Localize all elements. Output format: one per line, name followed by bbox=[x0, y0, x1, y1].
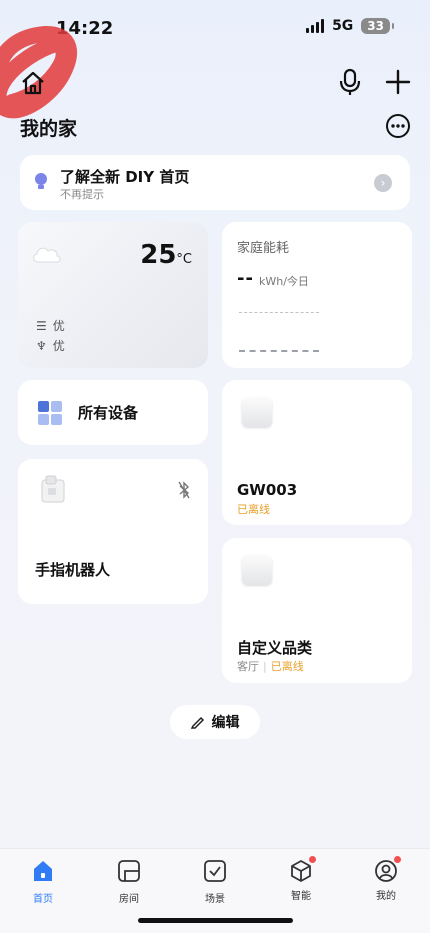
add-icon[interactable] bbox=[384, 68, 412, 96]
device-card-finger-robot[interactable]: 手指机器人 bbox=[18, 459, 208, 604]
air-quality-row: ☰ 优 bbox=[36, 318, 65, 334]
lightbulb-icon bbox=[35, 173, 47, 189]
tab-scene[interactable]: 场景 bbox=[185, 859, 245, 905]
edit-button[interactable]: 编辑 bbox=[170, 705, 260, 739]
tab-profile[interactable]: 我的 bbox=[356, 856, 416, 902]
dismiss-link[interactable]: 不再提示 bbox=[60, 186, 104, 202]
device-name: 手指机器人 bbox=[35, 561, 111, 579]
sliders-icon: ☰ bbox=[36, 318, 47, 333]
weather-card[interactable]: 25°C ☰ 优 ♆ 优 bbox=[18, 222, 208, 368]
more-options-icon[interactable] bbox=[385, 113, 411, 139]
bluetooth-off-icon bbox=[178, 481, 190, 499]
red-scribble-annotation bbox=[0, 26, 77, 119]
cloud-icon bbox=[33, 247, 61, 263]
energy-value: -- bbox=[237, 268, 254, 289]
device-room-status: 客厅 | 已离线 bbox=[237, 660, 304, 673]
smart-tab-icon bbox=[291, 860, 311, 882]
pencil-icon bbox=[190, 716, 204, 729]
home-indicator bbox=[138, 918, 293, 923]
status-indicators: 5G 33 bbox=[306, 18, 394, 34]
device-name: GW003 bbox=[237, 481, 298, 499]
home-icon[interactable] bbox=[20, 70, 46, 96]
chevron-right-icon[interactable]: › bbox=[374, 174, 392, 192]
all-devices-label: 所有设备 bbox=[78, 404, 139, 422]
battery-icon: 33 bbox=[361, 18, 394, 34]
profile-tab-icon bbox=[375, 860, 397, 882]
home-tab-icon bbox=[34, 861, 52, 881]
energy-title: 家庭能耗 bbox=[237, 241, 290, 256]
energy-unit: kWh/今日 bbox=[259, 275, 309, 288]
chart-placeholder-line bbox=[239, 312, 319, 313]
notification-badge bbox=[309, 856, 316, 863]
page-title: 我的家 bbox=[20, 118, 78, 140]
device-status: 已离线 bbox=[237, 503, 270, 516]
diy-homepage-banner[interactable]: 了解全新 DIY 首页 不再提示 › bbox=[20, 155, 410, 210]
signal-icon bbox=[306, 19, 325, 33]
notification-badge bbox=[394, 856, 401, 863]
finger-robot-device-image bbox=[41, 475, 65, 503]
custom-device-image bbox=[242, 555, 272, 585]
microphone-icon[interactable] bbox=[338, 68, 362, 96]
tab-room[interactable]: 房间 bbox=[99, 859, 159, 905]
sprout-icon: ♆ bbox=[36, 338, 47, 353]
all-devices-card[interactable]: 所有设备 bbox=[18, 380, 208, 445]
banner-title: 了解全新 DIY 首页 bbox=[60, 168, 190, 186]
energy-card[interactable]: 家庭能耗 -- kWh/今日 bbox=[222, 222, 412, 368]
grid-icon bbox=[38, 401, 62, 425]
temperature: 25°C bbox=[140, 240, 192, 270]
network-label: 5G bbox=[332, 18, 354, 34]
tab-home[interactable]: 首页 bbox=[13, 859, 73, 905]
chart-placeholder-axis bbox=[239, 350, 319, 352]
tab-smart[interactable]: 智能 bbox=[271, 856, 331, 902]
scene-tab-icon bbox=[204, 860, 226, 882]
device-name: 自定义品类 bbox=[237, 639, 313, 657]
room-tab-icon bbox=[118, 860, 140, 882]
plant-quality-row: ♆ 优 bbox=[36, 338, 65, 354]
device-card-gw003[interactable]: GW003 已离线 bbox=[222, 380, 412, 525]
device-card-custom-category[interactable]: 自定义品类 客厅 | 已离线 bbox=[222, 538, 412, 683]
gateway-device-image bbox=[242, 397, 272, 427]
edit-label: 编辑 bbox=[211, 715, 240, 731]
